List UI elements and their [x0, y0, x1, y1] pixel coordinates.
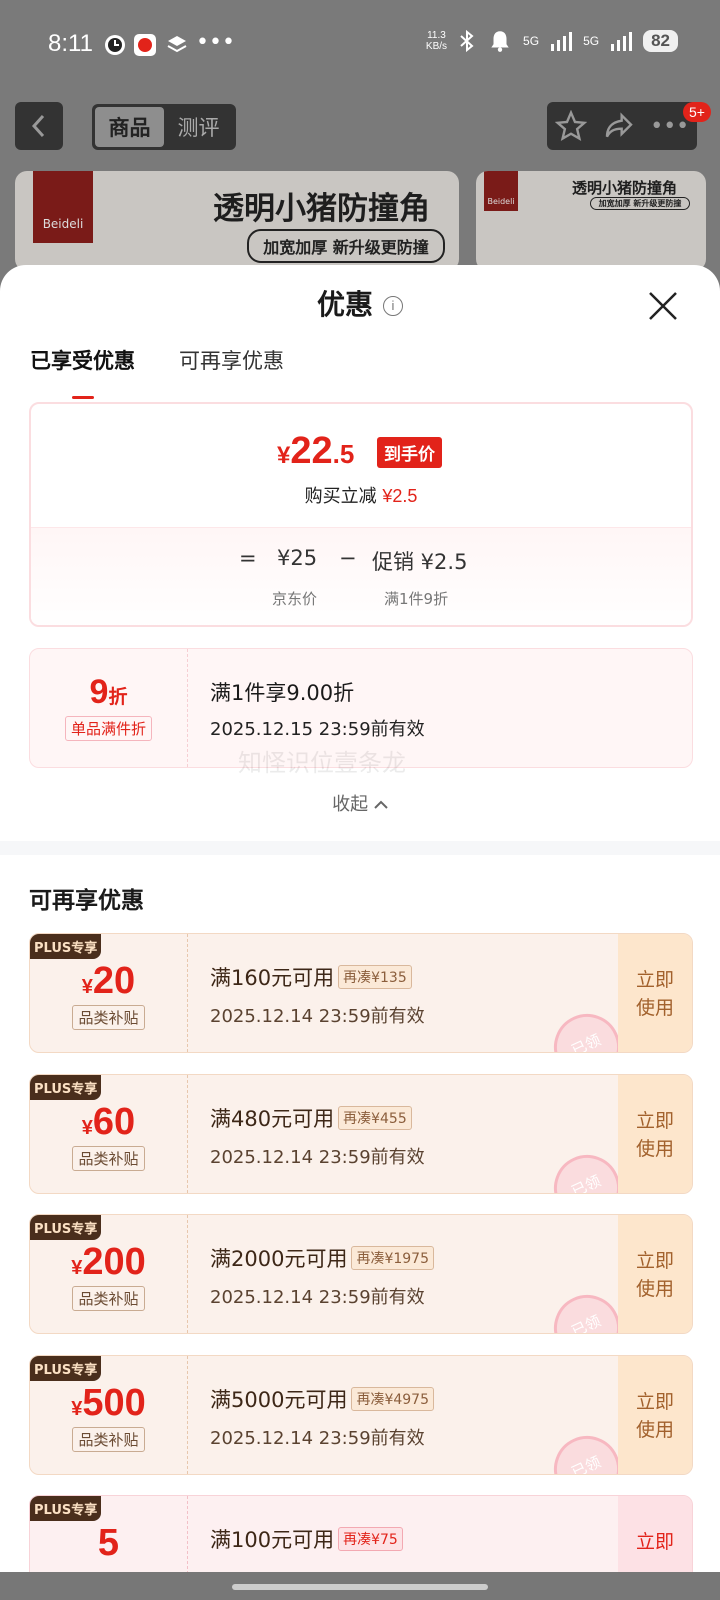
coupon-gap-tag: 再凑¥1975	[351, 1246, 434, 1270]
home-indicator[interactable]	[232, 1584, 488, 1590]
bluetooth-icon	[460, 29, 474, 53]
promo-label: 满1件9折	[384, 590, 449, 608]
brand-logo-small: Beideli	[484, 171, 518, 211]
chevron-up-icon	[374, 800, 388, 809]
use-now-button[interactable]: 立即 使用	[618, 1215, 692, 1333]
coupon-condition: 满5000元可用 再凑¥4975	[210, 1384, 434, 1414]
coupon-card[interactable]: ¥20 品类补贴 PLUS专享 满160元可用 再凑¥135 2025.12.14 2…	[29, 933, 693, 1053]
coupon-condition: 满480元可用 再凑¥455	[210, 1103, 425, 1133]
message-badge: 5+	[683, 102, 711, 122]
signal-5g-2: 5G	[583, 34, 600, 48]
coupon-valid: 2025.12.14 23:59前有效	[210, 1287, 425, 1308]
coupon-type: 品类补贴	[72, 1005, 145, 1030]
coupon-gap-tag: 再凑¥75	[338, 1527, 403, 1551]
coupon-valid: 2025.12.14 23:59前有效	[210, 1006, 425, 1027]
coupon-amount: ¥200	[71, 1241, 146, 1283]
coupon-card[interactable]: ¥200 品类补贴 PLUS专享 满2000元可用 再凑¥1975 2025.12.1…	[29, 1214, 693, 1334]
instant-reduction: 购买立减 ¥2.5	[304, 486, 418, 507]
coupon-valid: 2025.12.14 23:59前有效	[210, 1147, 425, 1168]
section-divider	[0, 841, 720, 855]
coupon-gap-tag: 再凑¥135	[338, 965, 412, 989]
coupon-amount: 5	[97, 1522, 120, 1564]
signal-bars-icon	[551, 32, 573, 51]
coupon-amount: ¥60	[81, 1101, 136, 1143]
plus-badge: PLUS专享	[30, 934, 102, 959]
action-group: •••	[547, 102, 697, 150]
plus-badge: PLUS专享	[30, 1075, 102, 1100]
status-bar: 8:11 ••• 11.3 KB/s 5G 5G 82	[0, 0, 720, 90]
more-notifications-icon: •••	[196, 30, 235, 55]
product-tabs: 商品 测评	[92, 104, 236, 150]
app-notification-icon	[134, 34, 156, 56]
coupon-amount: ¥500	[71, 1382, 146, 1424]
battery-level: 82	[643, 30, 678, 52]
brand-logo: Beideli	[33, 171, 93, 243]
layers-icon	[167, 36, 187, 53]
signal-bars-2-icon	[611, 32, 633, 51]
banner-title: 透明小猪防撞角	[213, 191, 430, 227]
minus-sign: −	[339, 546, 357, 570]
discount-title: 满1件享9.00折	[210, 681, 355, 705]
clock-app-icon	[105, 35, 125, 55]
signal-5g-1: 5G	[523, 34, 540, 48]
star-icon[interactable]	[554, 110, 587, 142]
sheet-title: 优惠 i	[0, 283, 720, 323]
coupon-gap-tag: 再凑¥4975	[351, 1387, 434, 1411]
use-now-button[interactable]: 立即 使用	[618, 1075, 692, 1193]
use-now-button[interactable]: 立即 使用	[618, 1356, 692, 1474]
discount-sheet: 优惠 i 已享受优惠 可再享优惠 ¥22.5 到手价 购买立减 ¥2.5 = ¥2…	[0, 265, 720, 1600]
final-price-tag: 到手价	[377, 437, 442, 468]
bell-icon	[491, 31, 509, 52]
banner-title-small: 透明小猪防撞角	[572, 179, 678, 197]
coupon-gap-tag: 再凑¥455	[338, 1106, 412, 1130]
product-banner-main[interactable]: Beideli 透明小猪防撞角 加宽加厚 新升级更防撞	[15, 171, 459, 271]
price-breakdown-card: ¥22.5 到手价 购买立减 ¥2.5 = ¥25 − 促销 ¥2.5 京东价 …	[29, 402, 693, 627]
top-nav: 商品 测评 •••	[0, 102, 720, 154]
discount-value: 9折	[89, 673, 128, 711]
net-speed: 11.3 KB/s	[425, 30, 448, 52]
tab-review[interactable]: 测评	[164, 107, 233, 147]
jd-price: ¥25	[277, 546, 318, 570]
tab-enjoyed[interactable]: 已享受优惠	[30, 345, 135, 399]
coupon-card[interactable]: ¥60 品类补贴 PLUS专享 满480元可用 再凑¥455 2025.12.14 2…	[29, 1074, 693, 1194]
info-icon[interactable]: i	[383, 296, 403, 316]
coupon-valid: 2025.12.14 23:59前有效	[210, 1428, 425, 1449]
coupon-condition: 满160元可用 再凑¥135	[210, 962, 425, 992]
coupon-type: 品类补贴	[72, 1427, 145, 1452]
tab-more[interactable]: 可再享优惠	[179, 345, 284, 375]
status-time: 8:11	[48, 30, 93, 57]
back-button[interactable]	[15, 102, 63, 150]
equals-sign: =	[239, 546, 257, 570]
close-icon[interactable]	[646, 289, 680, 323]
use-now-button[interactable]: 立即 使用	[618, 934, 692, 1052]
banner-subtitle-small: 加宽加厚 新升级更防撞	[590, 197, 690, 210]
coupon-card[interactable]: ¥500 品类补贴 PLUS专享 满5000元可用 再凑¥4975 2025.12.1…	[29, 1355, 693, 1475]
coupon-type: 品类补贴	[72, 1146, 145, 1171]
plus-badge: PLUS专享	[30, 1496, 102, 1521]
collapse-button[interactable]: 收起	[0, 790, 720, 816]
more-section-title: 可再享优惠	[29, 888, 144, 914]
share-icon[interactable]	[603, 110, 635, 142]
discount-tabs: 已享受优惠 可再享优惠	[30, 345, 284, 399]
more-icon[interactable]: •••	[650, 114, 689, 139]
watermark: 知怪识位壹条龙	[238, 749, 406, 777]
plus-badge: PLUS专享	[30, 1356, 102, 1381]
final-price: ¥22.5	[277, 430, 355, 472]
banner-subtitle: 加宽加厚 新升级更防撞	[247, 229, 445, 263]
promo-amount: 促销 ¥2.5	[372, 550, 468, 574]
coupon-amount: ¥20	[81, 960, 136, 1002]
plus-badge: PLUS专享	[30, 1215, 102, 1240]
product-banner-second[interactable]: Beideli 透明小猪防撞角 加宽加厚 新升级更防撞	[476, 171, 706, 271]
coupon-condition: 满100元可用 再凑¥75	[210, 1524, 403, 1554]
coupon-type: 品类补贴	[72, 1286, 145, 1311]
coupon-condition: 满2000元可用 再凑¥1975	[210, 1243, 434, 1273]
jd-price-label: 京东价	[272, 590, 318, 608]
discount-type: 单品满件折	[64, 716, 152, 741]
tab-product[interactable]: 商品	[95, 107, 164, 147]
chevron-left-icon	[31, 114, 45, 138]
discount-valid: 2025.12.15 23:59前有效	[210, 719, 425, 740]
